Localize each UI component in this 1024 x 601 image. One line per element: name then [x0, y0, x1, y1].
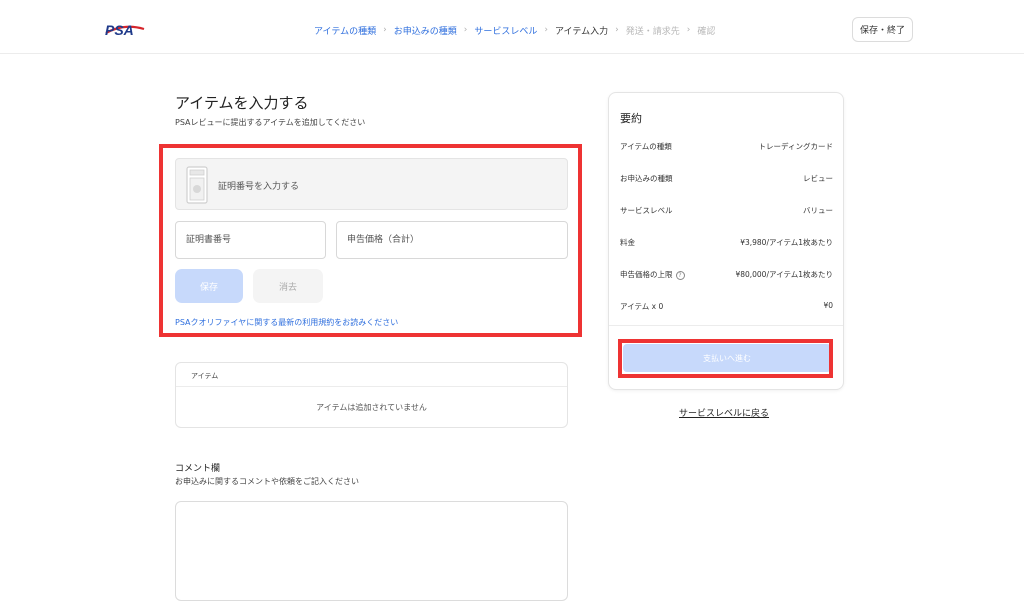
page-title: アイテムを入力する: [175, 94, 309, 112]
breadcrumb-item-item-type[interactable]: アイテムの種類: [314, 24, 376, 37]
summary-row: お申込みの種類 レビュー: [620, 173, 833, 185]
highlight-box-payment: [618, 339, 833, 378]
breadcrumb: アイテムの種類 › お申込みの種類 › サービスレベル › アイテム入力 › 発…: [314, 23, 715, 37]
comment-subtitle: お申込みに関するコメントや依頼をご記入ください: [175, 477, 359, 486]
summary-row: サービスレベル バリュー: [620, 205, 833, 217]
summary-row-value: ¥0: [823, 301, 833, 310]
cert-number-input[interactable]: [175, 221, 326, 259]
summary-divider: [609, 325, 843, 326]
save-button[interactable]: 保存: [175, 269, 243, 303]
breadcrumb-item-service-level[interactable]: サービスレベル: [474, 24, 537, 37]
chevron-right-icon: ›: [544, 25, 548, 35]
summary-row-label: アイテムの種類: [620, 142, 672, 151]
summary-row: 料金 ¥3,980/アイテム1枚あたり: [620, 237, 833, 249]
items-table-header: アイテム: [176, 363, 567, 387]
chevron-right-icon: ›: [615, 25, 619, 35]
summary-row-value: バリュー: [803, 206, 833, 215]
cert-entry-label: 証明番号を入力する: [218, 182, 300, 192]
summary-row-label: 申告価格の上限: [620, 270, 673, 279]
breadcrumb-item-application-type[interactable]: お申込みの種類: [394, 24, 457, 37]
breadcrumb-item-item-entry: アイテム入力: [554, 26, 609, 37]
breadcrumb-item-shipping-billing: 発送・請求先: [625, 26, 680, 37]
breadcrumb-item-confirm: 確認: [697, 26, 716, 37]
chevron-right-icon: ›: [686, 25, 691, 35]
comment-title: コメント欄: [175, 464, 221, 474]
items-empty-message: アイテムは追加されていません: [316, 403, 427, 412]
summary-row: アイテム x 0 ¥0: [620, 301, 833, 313]
chevron-right-icon: ›: [383, 25, 387, 35]
summary-row-label: アイテム x 0: [620, 302, 664, 311]
page-subtitle: PSAレビューに提出するアイテムを追加してください: [175, 118, 366, 127]
declared-value-input[interactable]: [336, 221, 568, 259]
save-and-exit-button[interactable]: 保存・終了: [852, 17, 913, 42]
summary-row-value: ¥3,980/アイテム1枚あたり: [740, 238, 833, 247]
card-slab-icon: [186, 166, 208, 204]
summary-title: 要約: [620, 112, 642, 125]
summary-row-value: トレーディングカード: [758, 142, 833, 151]
clear-button[interactable]: 消去: [253, 269, 323, 303]
summary-row: アイテムの種類 トレーディングカード: [620, 141, 833, 153]
summary-row-label: 料金: [620, 238, 635, 247]
summary-row-label: サービスレベル: [620, 206, 673, 215]
summary-row-label: お申込みの種類: [620, 174, 673, 183]
chevron-right-icon: ›: [463, 25, 468, 35]
top-navigation-bar: PSA アイテムの種類 › お申込みの種類 › サービスレベル › アイテム入力…: [0, 0, 1024, 54]
comment-textarea[interactable]: [175, 501, 568, 601]
summary-row-value: ¥80,000/アイテム1枚あたり: [735, 270, 833, 279]
summary-row: 申告価格の上限? ¥80,000/アイテム1枚あたり: [620, 269, 833, 281]
terms-link[interactable]: PSAクオリファイヤに関する最新の利用規約をお読みください: [175, 317, 398, 328]
logo-text: PSA: [105, 22, 134, 38]
items-table: アイテム アイテムは追加されていません: [175, 362, 568, 428]
help-icon[interactable]: ?: [675, 271, 685, 280]
psa-logo[interactable]: PSA: [104, 19, 146, 39]
cert-number-entry-button[interactable]: 証明番号を入力する: [175, 158, 568, 210]
summary-row-value: レビュー: [803, 174, 833, 183]
back-to-service-level-link[interactable]: サービスレベルに戻る: [679, 406, 769, 419]
